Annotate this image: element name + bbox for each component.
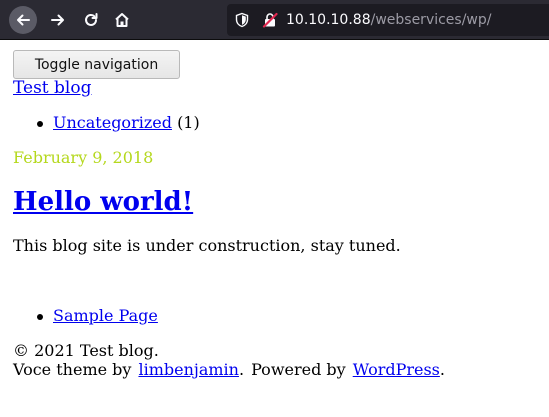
home-button[interactable] [108, 6, 136, 34]
category-item: Uncategorized (1) [13, 113, 200, 133]
home-icon [115, 13, 129, 27]
insecure-lock-icon[interactable] [262, 12, 278, 28]
sample-page-link[interactable]: Sample Page [53, 306, 158, 325]
address-bar[interactable]: 10.10.10.88/webservices/wp/ [227, 4, 549, 36]
theme-author-link[interactable]: limbenjamin [138, 360, 239, 379]
category-link[interactable]: Uncategorized [53, 113, 172, 132]
toggle-navigation-button[interactable]: Toggle navigation [13, 50, 180, 79]
tracking-shield-icon[interactable] [234, 12, 250, 28]
category-list: Uncategorized (1) [13, 113, 200, 133]
bullet-icon [37, 314, 43, 320]
arrow-right-icon [51, 14, 64, 26]
reload-button[interactable] [77, 6, 105, 34]
category-count: (1) [177, 113, 200, 132]
url-text[interactable]: 10.10.10.88/webservices/wp/ [286, 12, 492, 28]
post-title: Hello world! [13, 186, 193, 218]
powered-by-text: Powered by [251, 360, 346, 379]
post-body: This blog site is under construction, st… [13, 236, 401, 255]
url-host: 10.10.10.88 [286, 12, 371, 28]
bullet-icon [37, 121, 43, 127]
arrow-left-icon [17, 14, 30, 26]
page-list: Sample Page [13, 306, 158, 326]
browser-toolbar: 10.10.10.88/webservices/wp/ [0, 0, 549, 40]
back-button[interactable] [9, 6, 37, 34]
post-title-link[interactable]: Hello world! [13, 187, 193, 217]
site-title-link[interactable]: Test blog [13, 78, 91, 98]
reload-icon [85, 13, 98, 26]
post-date: February 9, 2018 [13, 148, 154, 167]
url-path: /webservices/wp/ [370, 12, 492, 28]
page-item: Sample Page [13, 306, 158, 326]
period-text: . [439, 360, 445, 379]
period-text: . [238, 360, 245, 379]
credits-line: Voce theme by limbenjamin. Powered by WordP… [13, 360, 445, 379]
site-footer: © 2021 Test blog. Voce theme by limbenjam… [13, 341, 445, 379]
copyright-text: © 2021 Test blog. [13, 341, 159, 360]
wordpress-link[interactable]: WordPress [353, 360, 440, 379]
theme-credit-text: Voce theme by [13, 360, 132, 379]
forward-button[interactable] [44, 6, 72, 34]
